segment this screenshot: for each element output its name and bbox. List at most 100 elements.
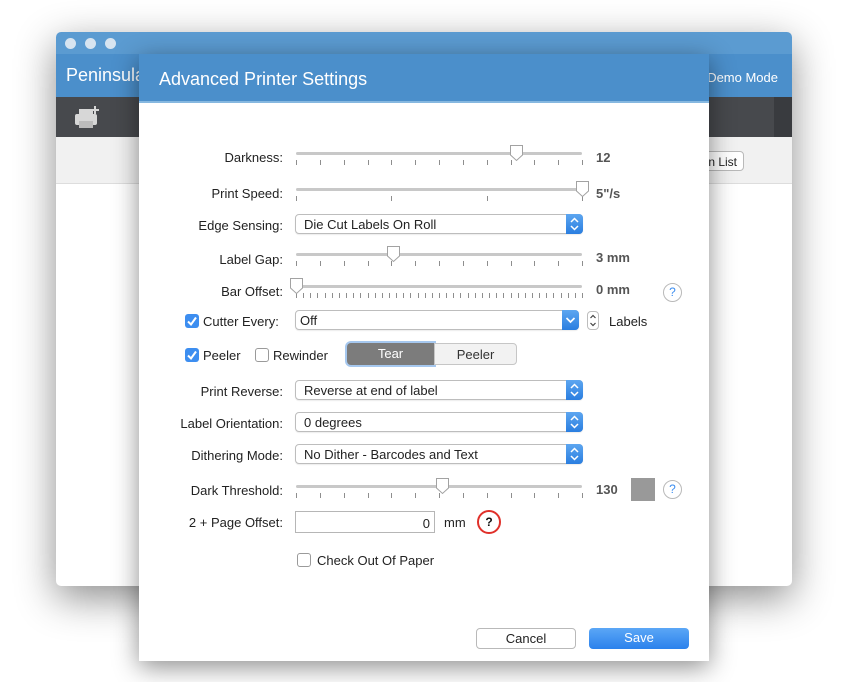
slider-tick [558, 261, 560, 266]
slider-tick [324, 293, 326, 298]
slider-tick [462, 493, 464, 498]
print-speed-label: Print Speed: [211, 186, 283, 201]
slider-tick [360, 293, 362, 298]
bar-offset-help-icon[interactable]: ? [663, 283, 682, 302]
page-offset-value: 0 [422, 516, 430, 531]
slider-thumb[interactable] [509, 144, 524, 162]
print-speed-track [296, 188, 582, 191]
slider-tick [439, 160, 440, 165]
slider-tick [446, 293, 448, 298]
slider-tick [486, 261, 488, 266]
slider-tick [403, 293, 405, 298]
slider-tick [486, 196, 488, 201]
printer-icon[interactable] [72, 105, 102, 132]
dialog-title: Advanced Printer Settings [159, 69, 368, 89]
darkness-label: Darkness: [224, 150, 283, 165]
slider-tick [367, 261, 369, 266]
slider-tick [424, 293, 426, 298]
bar-offset-slider[interactable] [290, 278, 583, 300]
slider-tick [296, 261, 297, 266]
save-button[interactable]: Save [589, 628, 689, 649]
slider-tick [560, 293, 562, 298]
print-reverse-label: Print Reverse: [200, 384, 283, 399]
slider-tick [417, 293, 419, 298]
page-offset-input[interactable]: 0 [295, 511, 435, 533]
cutter-stepper[interactable] [587, 311, 599, 330]
slider-tick [343, 261, 345, 266]
bar-offset-label: Bar Offset: [221, 284, 283, 299]
slider-tick [410, 293, 412, 298]
check-out-of-paper-label: Check Out Of Paper [317, 553, 435, 568]
slider-tick [539, 293, 541, 298]
slider-tick [346, 293, 348, 298]
peeler-checkbox[interactable] [185, 348, 199, 362]
slider-thumb[interactable] [435, 477, 450, 495]
slider-tick [534, 261, 536, 266]
slider-tick [331, 293, 333, 298]
cutter-every-label: Cutter Every: [203, 314, 279, 329]
slider-tick [534, 493, 536, 498]
slider-tick [510, 493, 512, 498]
tear-segment[interactable]: Tear [347, 343, 434, 365]
label-gap-slider[interactable] [296, 245, 583, 268]
slider-tick [319, 160, 321, 165]
slider-tick [558, 493, 560, 498]
check-out-of-paper-checkbox[interactable] [297, 553, 311, 567]
slider-tick [415, 160, 417, 165]
rewinder-checkbox[interactable] [255, 348, 269, 362]
toolbar-edge [774, 97, 792, 137]
app-title: Peninsula [66, 65, 146, 85]
updown-chevron-icon [566, 214, 583, 234]
edge-sensing-select[interactable]: Die Cut Labels On Roll [295, 214, 583, 234]
print-speed-value: 5"/s [596, 186, 621, 201]
cancel-button[interactable]: Cancel [476, 628, 576, 649]
slider-tick [374, 293, 376, 298]
slider-tick [343, 160, 345, 165]
slider-tick [503, 293, 505, 298]
bar-offset-value: 0 mm [596, 282, 630, 297]
slider-tick [338, 293, 340, 298]
updown-chevron-icon [566, 412, 583, 432]
cutter-every-select[interactable]: Off [295, 310, 579, 330]
label-orientation-label: Label Orientation: [180, 416, 283, 431]
page-offset-help-icon[interactable]: ? [477, 510, 501, 534]
print-reverse-select[interactable]: Reverse at end of label [295, 380, 583, 400]
slider-tick [415, 493, 417, 498]
slider-tick [431, 293, 433, 298]
darkness-slider[interactable] [296, 144, 583, 167]
slider-tick [367, 160, 369, 165]
print-speed-slider[interactable] [296, 181, 589, 203]
slider-tick [462, 160, 464, 165]
slider-tick [460, 293, 462, 298]
threshold-color-swatch [631, 478, 655, 501]
minimize-window-icon[interactable] [85, 38, 96, 49]
darkness-value: 12 [596, 150, 611, 165]
slider-tick [353, 293, 355, 298]
label-orientation-select[interactable]: 0 degrees [295, 412, 583, 432]
page-offset-label: 2 + Page Offset: [188, 515, 283, 530]
slider-thumb[interactable] [575, 180, 590, 198]
stepper-arrows-icon [590, 314, 596, 327]
darkness-track [296, 152, 582, 155]
chevron-down-icon [562, 310, 579, 330]
dithering-mode-select[interactable]: No Dither - Barcodes and Text [295, 444, 583, 464]
dark-threshold-help-icon[interactable]: ? [663, 480, 682, 499]
dark-threshold-slider[interactable] [296, 477, 583, 500]
advanced-printer-settings-dialog: Advanced Printer Settings Darkness: 12 P… [139, 54, 709, 661]
slider-tick [467, 293, 469, 298]
slider-thumb[interactable] [289, 277, 304, 295]
cutter-every-checkbox[interactable] [185, 314, 199, 328]
close-window-icon[interactable] [65, 38, 76, 49]
slider-tick [310, 293, 312, 298]
tear-peeler-segmented-control: Tear Peeler [347, 343, 517, 366]
zoom-window-icon[interactable] [105, 38, 116, 49]
slider-tick [296, 160, 297, 165]
bar-offset-track [296, 285, 582, 288]
slider-tick [391, 160, 393, 165]
slider-tick [388, 293, 390, 298]
slider-tick [439, 261, 440, 266]
slider-thumb[interactable] [386, 245, 401, 263]
slider-tick [391, 493, 393, 498]
slider-tick [510, 293, 512, 298]
peeler-segment[interactable]: Peeler [434, 343, 517, 365]
